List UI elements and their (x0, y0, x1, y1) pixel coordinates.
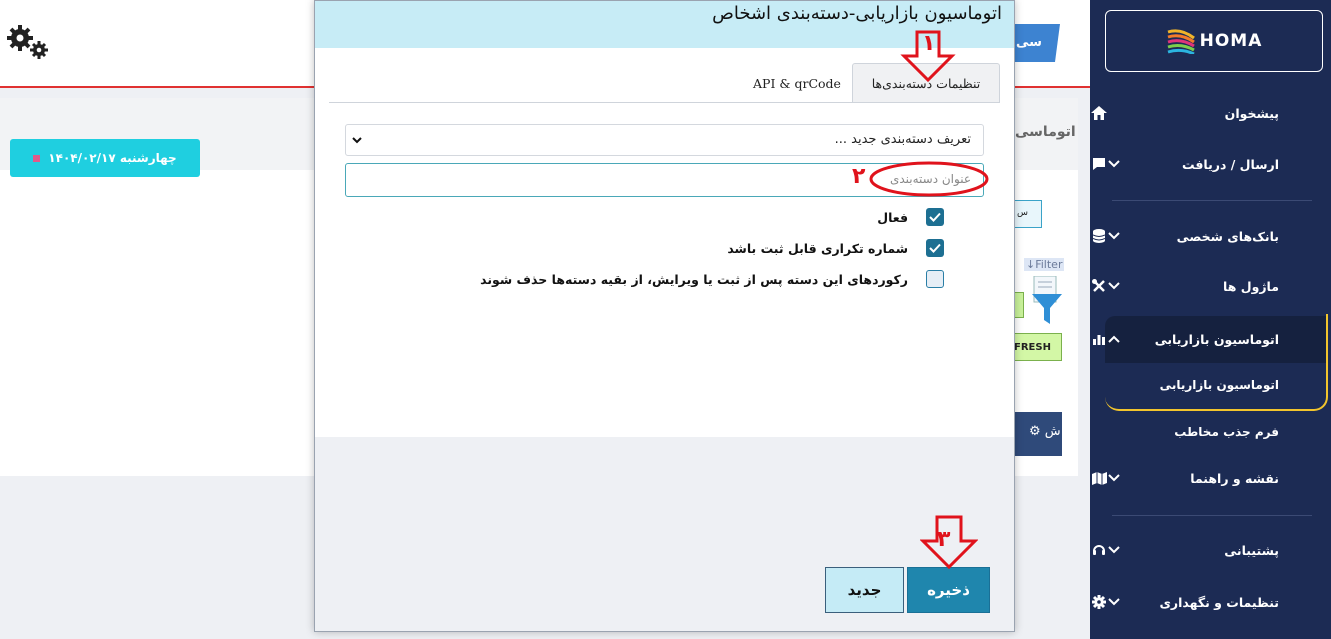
sidebar-item-label: بانک‌های شخصی (1176, 228, 1279, 244)
chevron-down-icon (1108, 470, 1120, 485)
sidebar-item-modules[interactable]: ماژول ها (1090, 266, 1331, 306)
sidebar-item-personal-banks[interactable]: بانک‌های شخصی (1090, 216, 1331, 256)
sidebar-divider (1112, 515, 1312, 516)
refresh-button[interactable]: FRESH (1012, 333, 1062, 361)
checkbox-duplicate[interactable] (926, 239, 944, 257)
tab-api-qrcode[interactable]: API & qrCode (747, 63, 847, 103)
category-select[interactable]: تعریف دسته‌بندی جدید ... (345, 124, 984, 156)
chevron-up-icon (1108, 331, 1120, 346)
funnel-icon[interactable] (1030, 275, 1064, 330)
checkbox-exclusive-label: رکوردهای این دسته پس از ثبت یا ویرایش، ا… (480, 271, 908, 287)
sidebar-item-label: اتوماسیون بازاریابی (1154, 331, 1279, 347)
save-button[interactable]: ذخیره (907, 567, 990, 613)
logo-stripes-icon (1167, 29, 1195, 54)
chevron-down-icon (1108, 156, 1120, 171)
background-tab[interactable]: سی (1010, 24, 1060, 62)
logo-text: HOMA (1199, 31, 1263, 51)
settings-gears-icon[interactable] (6, 24, 50, 64)
sidebar: HOMA پیشخوان ارسال / دریافت بانک‌های شخص… (1090, 0, 1331, 639)
home-icon (1089, 106, 1109, 120)
checkbox-active-label: فعال (877, 209, 908, 225)
date-button[interactable]: چهارشنبه ۱۴۰۴/۰۲/۱۷ (10, 139, 200, 177)
checkbox-exclusive-row[interactable]: رکوردهای این دسته پس از ثبت یا ویرایش، ا… (480, 270, 944, 288)
headset-icon (1089, 543, 1109, 557)
date-label: چهارشنبه ۱۴۰۴/۰۲/۱۷ (48, 151, 177, 165)
tabs-underline (329, 102, 999, 103)
category-modal: اتوماسیون بازاریابی-دسته‌بندی اشخاص تنظی… (314, 0, 1015, 632)
chevron-down-icon (1108, 594, 1120, 609)
sidebar-item-label: ماژول ها (1223, 278, 1279, 294)
sidebar-item-dashboard[interactable]: پیشخوان (1090, 93, 1331, 133)
background-small-button[interactable]: س (1012, 200, 1042, 228)
database-icon (1089, 229, 1109, 243)
calendar-icon (33, 154, 41, 162)
checkbox-active-row[interactable]: فعال (877, 208, 944, 226)
tools-icon (1089, 279, 1109, 293)
sidebar-item-send-receive[interactable]: ارسال / دریافت (1090, 144, 1331, 184)
filter-label[interactable]: ↓Filter (1024, 258, 1065, 271)
map-icon (1089, 471, 1109, 485)
sidebar-item-label: تنظیمات و نگهداری (1159, 594, 1279, 610)
annotation-ellipse-2 (869, 161, 989, 197)
chart-icon (1089, 333, 1109, 345)
sidebar-item-map-guide[interactable]: نقشه و راهنما (1090, 458, 1331, 498)
background-dark-button[interactable]: ⚙ ش (1015, 412, 1062, 456)
gear-icon (1089, 595, 1109, 609)
chat-icon (1089, 157, 1109, 171)
checkbox-exclusive[interactable] (926, 270, 944, 288)
checkbox-duplicate-row[interactable]: شماره تکراری قابل ثبت باشد (727, 239, 944, 257)
sidebar-item-support[interactable]: پشتیبانی (1090, 530, 1331, 570)
chevron-down-icon (1108, 278, 1120, 293)
annotation-number-2: ۲ (852, 164, 866, 189)
modal-body: تنظیمات دسته‌بندی‌ها API & qrCode تعریف … (315, 48, 1014, 437)
sidebar-item-label: ارسال / دریافت (1182, 156, 1279, 172)
chevron-down-icon (352, 133, 362, 148)
sidebar-subitem-lead-form[interactable]: فرم جذب مخاطب (1174, 425, 1279, 439)
sidebar-item-label: نقشه و راهنما (1190, 470, 1279, 486)
checkbox-duplicate-label: شماره تکراری قابل ثبت باشد (727, 240, 908, 256)
sidebar-divider (1112, 200, 1312, 201)
logo[interactable]: HOMA (1105, 10, 1323, 72)
category-select-value: تعریف دسته‌بندی جدید ... (834, 132, 971, 147)
sidebar-item-marketing-automation[interactable]: اتوماسیون بازاریابی (1090, 319, 1331, 359)
new-button[interactable]: جدید (825, 567, 904, 613)
modal-title: اتوماسیون بازاریابی-دسته‌بندی اشخاص (712, 3, 1002, 24)
filter-text: Filter (1035, 258, 1063, 271)
annotation-number-1: ۱ (922, 31, 936, 56)
sidebar-item-settings[interactable]: تنظیمات و نگهداری (1090, 582, 1331, 622)
sidebar-subitem-marketing-automation[interactable]: اتوماسیون بازاریابی (1160, 378, 1279, 392)
sidebar-item-label: پشتیبانی (1224, 542, 1279, 558)
checkbox-active[interactable] (926, 208, 944, 226)
chevron-down-icon (1108, 228, 1120, 243)
background-page-title: اتوماسی (1015, 124, 1076, 140)
chevron-down-icon (1108, 542, 1120, 557)
sidebar-item-label: پیشخوان (1224, 105, 1279, 121)
annotation-number-3: ۳ (937, 527, 951, 552)
background-green-button[interactable] (1014, 292, 1024, 318)
